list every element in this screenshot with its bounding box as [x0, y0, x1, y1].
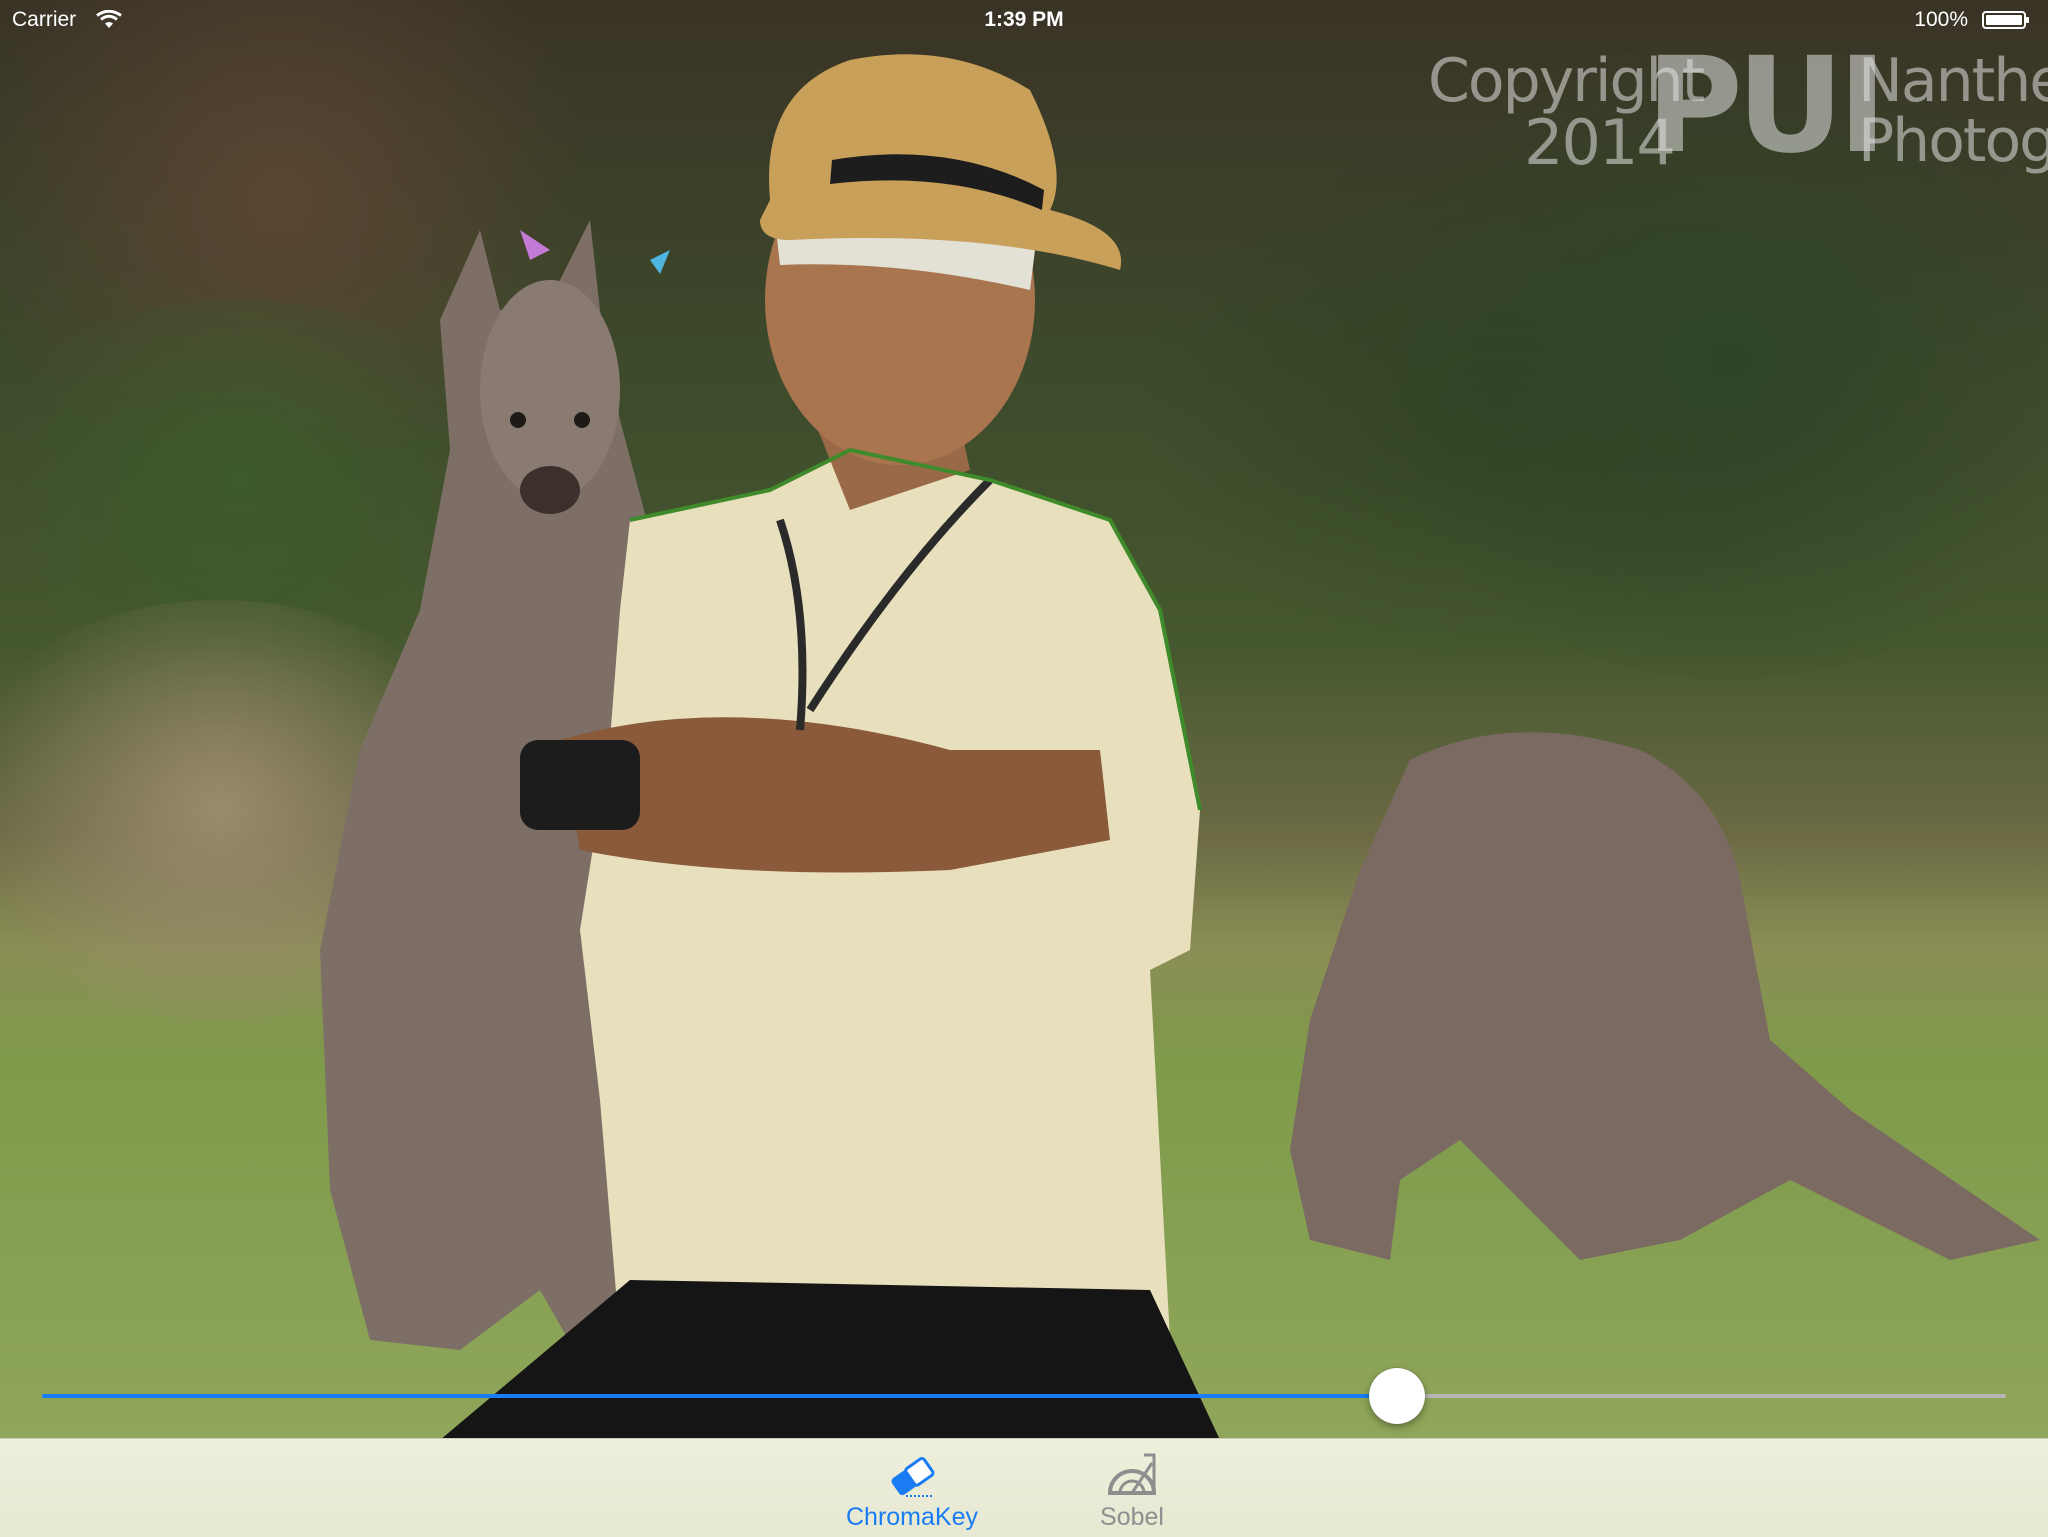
- battery-percentage: 100%: [1914, 8, 1968, 31]
- watermark-logo-text: PUI: [1646, 29, 1887, 183]
- slider-fill: [42, 1394, 1397, 1398]
- photo-watermark: Copyright 2014 PUI Nanthee Photograp: [1428, 40, 2048, 190]
- protractor-icon: [1107, 1453, 1157, 1495]
- slider-thumb[interactable]: [1369, 1368, 1425, 1424]
- tab-chromakey[interactable]: ChromaKey: [822, 1439, 1002, 1537]
- tab-bar: ChromaKey Sobel: [0, 1438, 2048, 1537]
- tab-chromakey-label: ChromaKey: [846, 1503, 978, 1531]
- eraser-icon: [891, 1457, 935, 1497]
- threshold-slider[interactable]: [42, 1368, 2006, 1424]
- keyed-person: [442, 54, 1220, 1438]
- kangaroo-grazing: [1290, 732, 2040, 1260]
- tab-sobel[interactable]: Sobel: [1042, 1439, 1222, 1537]
- watermark-name-line2: Photograp: [1858, 106, 2048, 176]
- chromakey-photo-preview: Copyright 2014 PUI Nanthee Photograp: [0, 0, 2048, 1438]
- status-time: 1:39 PM: [984, 8, 1064, 31]
- tab-sobel-label: Sobel: [1100, 1503, 1164, 1531]
- battery-icon: [1982, 11, 2029, 29]
- status-bar: Carrier 1:39 PM 100%: [0, 0, 2048, 40]
